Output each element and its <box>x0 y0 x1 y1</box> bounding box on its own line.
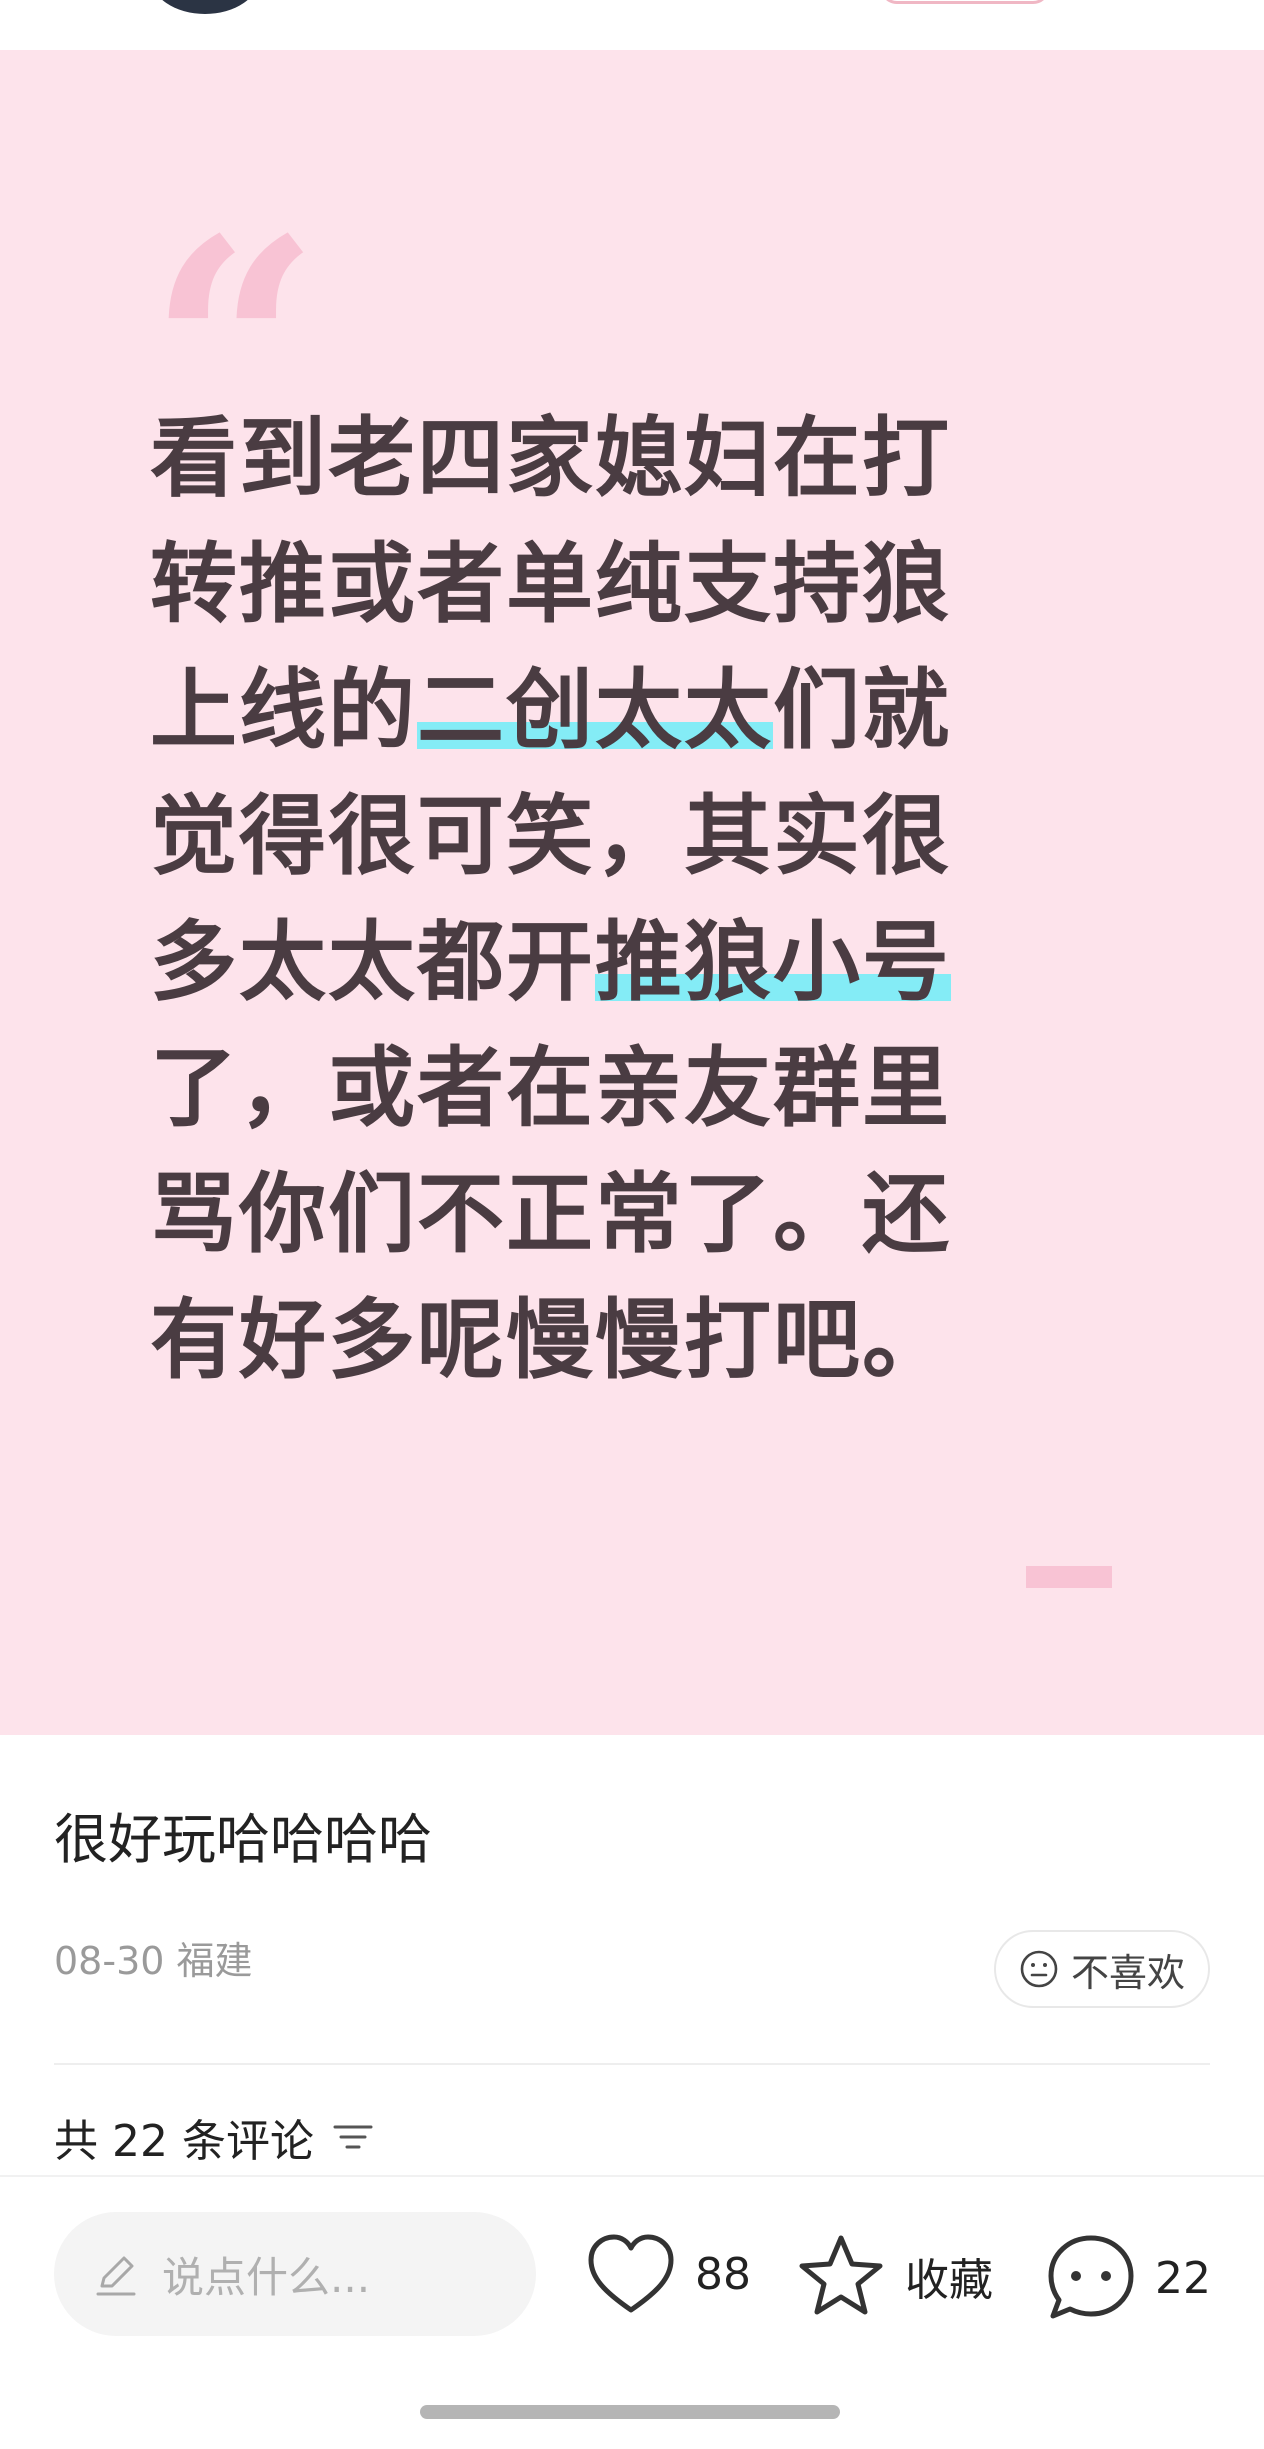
quote-line: 多太太都开推狼小号 <box>150 899 1000 1025</box>
dislike-button[interactable]: 不喜欢 <box>994 1930 1210 2008</box>
card-dash-decoration <box>1026 1566 1112 1588</box>
quote-segment: 看到老四家媳妇在打 <box>150 407 951 509</box>
quote-line: 转推或者单纯支持狼 <box>150 521 1000 647</box>
star-icon <box>799 2235 883 2315</box>
quote-segment: 转推或者单纯支持狼 <box>150 533 951 635</box>
quote-line: 看到老四家媳妇在打 <box>150 395 1000 521</box>
quote-segment: 上线的 <box>150 659 417 761</box>
bottom-action-bar: 说点什么... 88 收藏 22 <box>0 2175 1264 2449</box>
like-button[interactable]: 88 <box>585 2232 751 2316</box>
follow-button[interactable] <box>880 0 1050 4</box>
comments-count-header: 共 22 条评论 <box>54 2105 374 2169</box>
quote-line: 了，或者在亲友群里 <box>150 1025 1000 1151</box>
quote-line: 有好多呢慢慢打吧。 <box>150 1277 1000 1403</box>
favorite-label: 收藏 <box>905 2255 993 2306</box>
heart-icon <box>588 2234 674 2313</box>
author-avatar[interactable] <box>150 0 260 14</box>
post-title: 很好玩哈哈哈哈 <box>54 1808 432 1871</box>
divider <box>54 2063 1210 2065</box>
pencil-icon <box>96 2256 136 2296</box>
like-count: 88 <box>695 2248 751 2300</box>
post-date: 08-30 <box>54 1939 165 1983</box>
quote-segment: 了，或者在亲友群里 <box>150 1037 951 1139</box>
comment-input[interactable]: 说点什么... <box>54 2212 536 2336</box>
comments-count-value: 22 <box>112 2116 168 2167</box>
favorite-button[interactable]: 收藏 <box>795 2232 993 2320</box>
quote-line: 骂你们不正常了。还 <box>150 1151 1000 1277</box>
quote-segment: 觉得很可笑，其实很 <box>150 785 951 887</box>
post-location: 福建 <box>176 1939 253 1983</box>
comments-prefix: 共 <box>54 2116 98 2167</box>
sort-filter-icon[interactable] <box>332 2120 374 2154</box>
quote-line: 上线的二创太太们就 <box>150 647 1000 773</box>
quote-segment: 有好多呢慢慢打吧。 <box>150 1289 951 1391</box>
comment-input-placeholder: 说点什么... <box>162 2252 371 2302</box>
quote-segment: 多太太都开 <box>150 911 595 1013</box>
neutral-face-icon <box>1020 1950 1058 1988</box>
quote-text: 看到老四家媳妇在打 转推或者单纯支持狼 上线的二创太太们就 觉得很可笑，其实很 多太太都… <box>150 395 1000 1403</box>
quote-highlight: 二创太太 <box>417 659 773 761</box>
quote-segment: 骂你们不正常了。还 <box>150 1163 951 1265</box>
dislike-label: 不喜欢 <box>1070 1950 1185 1995</box>
post-meta: 08-30 福建 <box>54 1930 253 1985</box>
comment-button[interactable]: 22 <box>1045 2232 1211 2324</box>
comment-bubble-icon <box>1048 2235 1134 2319</box>
quote-line: 觉得很可笑，其实很 <box>150 773 1000 899</box>
comments-suffix: 条评论 <box>182 2116 314 2167</box>
home-indicator <box>420 2405 840 2419</box>
quote-mark-icon: “ <box>148 173 321 526</box>
comment-count: 22 <box>1155 2252 1211 2304</box>
quote-segment: 们就 <box>773 659 951 761</box>
top-header-strip <box>0 0 1264 50</box>
quote-card: “ 看到老四家媳妇在打 转推或者单纯支持狼 上线的二创太太们就 觉得很可笑，其实很 多太… <box>0 50 1264 1735</box>
quote-highlight: 推狼小号 <box>595 911 951 1013</box>
